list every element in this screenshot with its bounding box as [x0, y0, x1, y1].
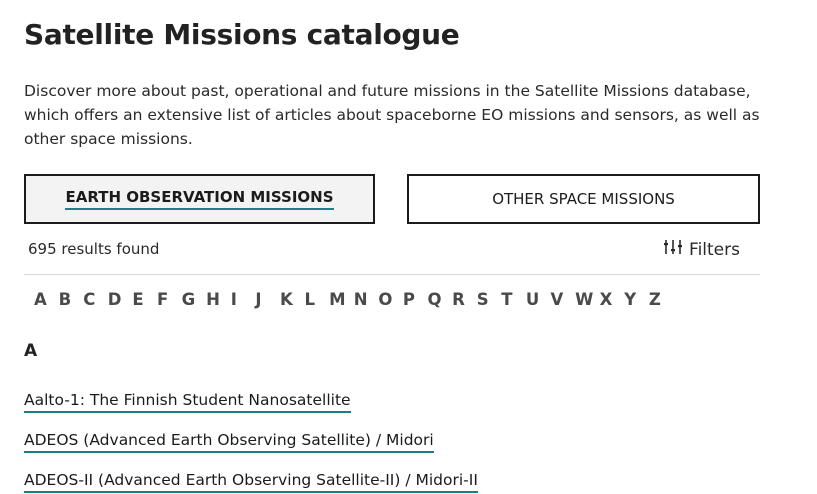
alphabet-letter-q[interactable]: Q [428, 290, 453, 309]
alphabet-letter-x[interactable]: X [600, 290, 625, 309]
section-letter-heading: A [24, 341, 38, 361]
intro-text: Discover more about past, operational an… [24, 82, 760, 148]
alphabet-letter-u[interactable]: U [526, 290, 551, 309]
alphabet-letter-g[interactable]: G [182, 290, 207, 309]
alphabet-letter-c[interactable]: C [83, 290, 108, 309]
alphabet-letter-n[interactable]: N [354, 290, 379, 309]
alphabet-letter-k[interactable]: K [280, 290, 305, 309]
alphabet-letter-w[interactable]: W [575, 290, 600, 309]
alphabet-letter-s[interactable]: S [477, 290, 502, 309]
alphabet-letter-y[interactable]: Y [624, 290, 649, 309]
filters-button[interactable]: Filters [663, 238, 740, 261]
alphabet-letter-m[interactable]: M [329, 290, 354, 309]
alphabet-letter-p[interactable]: P [403, 290, 428, 309]
alphabet-letter-o[interactable]: O [378, 290, 403, 309]
alphabet-letter-v[interactable]: V [550, 290, 575, 309]
alphabet-letter-h[interactable]: H [206, 290, 231, 309]
mission-link[interactable]: ADEOS (Advanced Earth Observing Satellit… [24, 430, 434, 453]
tab-earth-observation-label: EARTH OBSERVATION MISSIONS [65, 188, 334, 210]
sliders-icon [663, 238, 683, 261]
alphabet-letter-z[interactable]: Z [649, 290, 674, 309]
alphabet-letter-l[interactable]: L [305, 290, 330, 309]
results-count: 695 results found [28, 240, 160, 258]
alphabet-letter-f[interactable]: F [157, 290, 182, 309]
alphabet-letter-d[interactable]: D [108, 290, 133, 309]
tab-other-space-missions[interactable]: OTHER SPACE MISSIONS [407, 174, 760, 224]
mission-link[interactable]: Aalto-1: The Finnish Student Nanosatelli… [24, 390, 351, 413]
alphabet-letter-j[interactable]: J [255, 290, 280, 309]
page-title: Satellite Missions catalogue [24, 18, 460, 51]
alphabet-nav: ABCDEFGHIJKLMNOPQRSTUVWXYZ [34, 290, 673, 309]
alphabet-letter-t[interactable]: T [501, 290, 526, 309]
alphabet-letter-a[interactable]: A [34, 290, 59, 309]
alphabet-letter-r[interactable]: R [452, 290, 477, 309]
divider [24, 274, 760, 275]
alphabet-letter-e[interactable]: E [132, 290, 157, 309]
filters-label: Filters [689, 239, 740, 260]
alphabet-letter-i[interactable]: I [231, 290, 256, 309]
mission-link[interactable]: ADEOS-II (Advanced Earth Observing Satel… [24, 470, 478, 493]
alphabet-letter-b[interactable]: B [59, 290, 84, 309]
tab-other-space-label: OTHER SPACE MISSIONS [492, 190, 675, 208]
tab-earth-observation-missions[interactable]: EARTH OBSERVATION MISSIONS [24, 174, 375, 224]
